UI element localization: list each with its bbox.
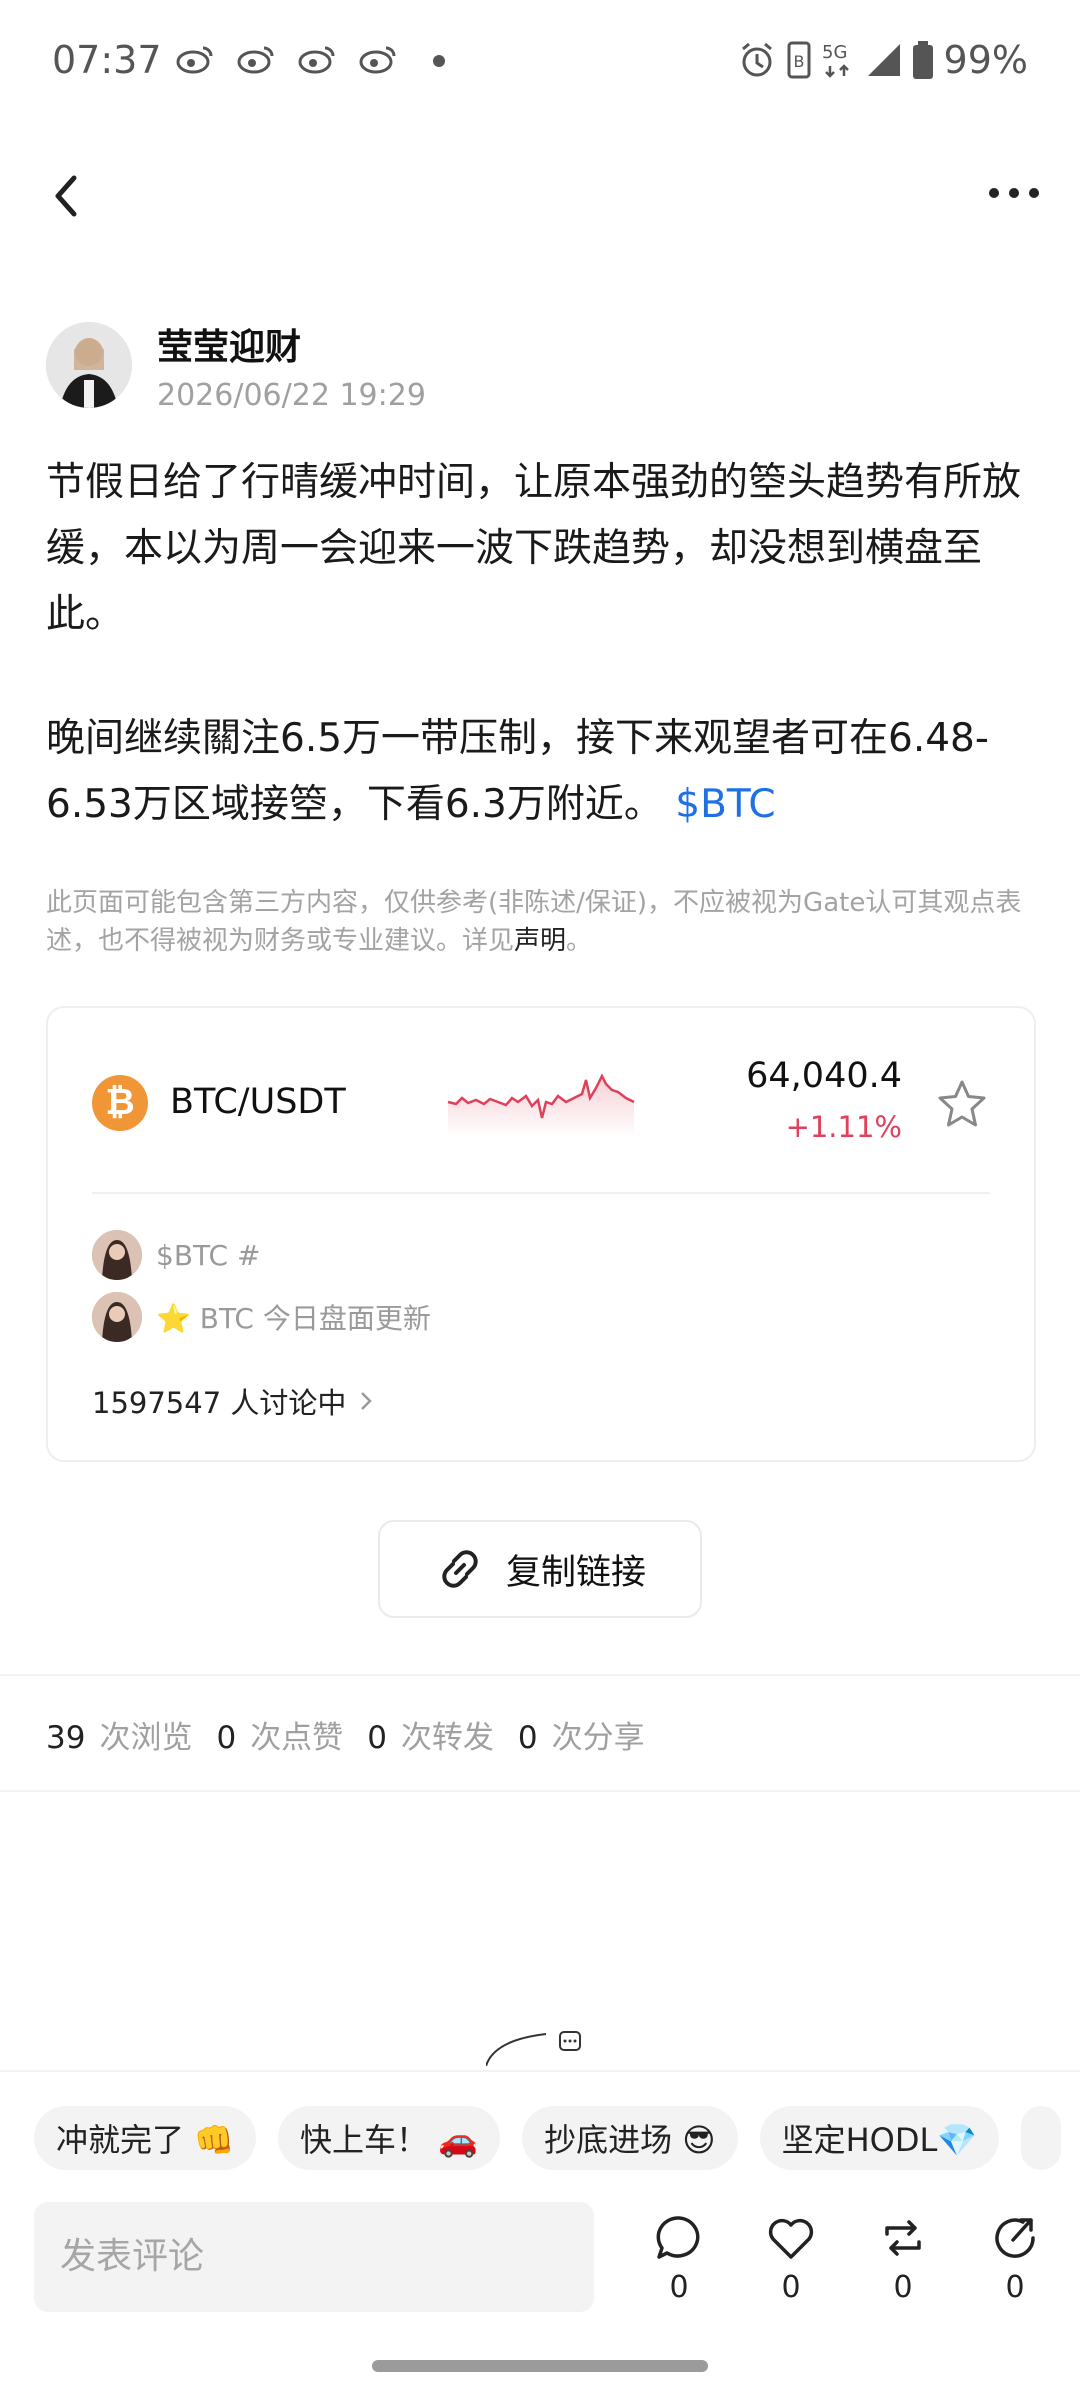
shares-label: 次分享 <box>551 1720 645 1756</box>
alarm-icon <box>741 42 772 77</box>
trading-pair: BTC/USDT <box>170 1082 346 1122</box>
divider <box>0 1674 1080 1676</box>
author-avatar[interactable] <box>46 322 132 408</box>
quick-reply-chip[interactable]: 抄底进场 😎 <box>522 2106 738 2170</box>
topic-text: $BTC # <box>156 1238 261 1272</box>
chat-bubble-icon <box>486 2031 581 2066</box>
bitcoin-icon: ₿ <box>92 1075 148 1131</box>
home-indicator[interactable] <box>372 2360 708 2372</box>
reposts-label: 次转发 <box>400 1720 494 1756</box>
discussion-count-link[interactable]: 1597547 人讨论中 <box>92 1380 376 1422</box>
topic-text: ⭐ BTC 今日盘面更新 <box>156 1302 431 1335</box>
network-label: 5G <box>822 42 847 63</box>
post-content: 节假日给了行晴缓冲时间，让原本强劲的箜头趋势有所放缓，本以为周一会迎来一波下跌趋… <box>46 450 1036 838</box>
price-change: +1.11% <box>785 1110 902 1144</box>
share-count: 0 <box>1005 2270 1025 2305</box>
star-icon[interactable] <box>936 1078 988 1130</box>
likes-label: 次点赞 <box>250 1720 344 1756</box>
repost-action[interactable]: 0 <box>868 2212 938 2312</box>
disclaimer-link[interactable]: 声明 <box>514 926 566 956</box>
like-count: 0 <box>781 2270 801 2305</box>
quick-reply-chip[interactable]: 坚定HODL💎 <box>759 2106 1000 2170</box>
like-action[interactable]: 0 <box>756 2212 826 2312</box>
weibo-icon <box>298 46 335 74</box>
status-icons: B 5G 99% <box>738 38 1028 82</box>
disclaimer: 此页面可能包含第三方内容，仅供参考(非陈述/保证)，不应被视为Gate认可其观点… <box>46 884 1036 960</box>
author-name[interactable]: 莹莹迎财 <box>157 318 301 370</box>
post-stats: 39 次浏览 0 次点赞 0 次转发 0 次分享 <box>46 1712 655 1757</box>
heart-icon <box>768 2218 814 2259</box>
btc-tag-link[interactable]: $BTC <box>675 782 775 827</box>
comment-icon <box>656 2216 700 2259</box>
views-label: 次浏览 <box>99 1720 193 1756</box>
more-icon[interactable] <box>984 178 1044 208</box>
topic-avatar <box>92 1292 142 1342</box>
topic-item[interactable]: $BTC # <box>92 1230 260 1280</box>
repost-icon <box>885 2220 921 2256</box>
signal-icon <box>867 44 900 76</box>
market-card[interactable]: ₿ BTC/USDT 64,040.4 +1.11% $BTC # ⭐ BTC … <box>46 1006 1036 1462</box>
quick-reply-chip[interactable] <box>1021 2106 1062 2170</box>
copy-link-button[interactable]: 复制链接 <box>378 1520 702 1618</box>
vibrate-icon: B <box>787 41 811 79</box>
status-bar: 07:37 B 5G 99% <box>0 0 1080 130</box>
topic-avatar <box>92 1230 142 1280</box>
back-icon[interactable] <box>44 168 92 224</box>
reposts-count: 0 <box>367 1720 387 1756</box>
views-count: 39 <box>46 1720 86 1756</box>
network-5g-icon: 5G <box>822 42 849 78</box>
post-paragraph: 晚间继续關注6.5万一带压制，接下来观望者可在6.48-6.53万区域接箜，下看… <box>46 706 1036 838</box>
quick-reply-list: 冲就完了 👊 快上车！ 🚗 抄底进场 😎 坚定HODL💎 <box>34 2106 1062 2170</box>
link-icon <box>442 1550 478 1588</box>
quick-reply-chip[interactable]: 快上车！ 🚗 <box>278 2106 501 2170</box>
weibo-icon <box>176 46 213 74</box>
battery-percent: 99% <box>943 38 1028 82</box>
comment-action[interactable]: 0 <box>644 2212 714 2312</box>
share-icon <box>995 2218 1035 2258</box>
topic-item[interactable]: ⭐ BTC 今日盘面更新 <box>92 1292 431 1342</box>
notification-dot <box>433 55 445 67</box>
comment-bar: 冲就完了 👊 快上车！ 🚗 抄底进场 😎 坚定HODL💎 发表评论 0 0 0 … <box>0 2070 1080 2400</box>
divider <box>0 1790 1080 1792</box>
chevron-right-icon <box>361 1392 373 1410</box>
price-sparkline <box>447 1073 635 1138</box>
shares-count: 0 <box>517 1720 538 1756</box>
comment-input[interactable]: 发表评论 <box>34 2202 594 2312</box>
card-divider <box>92 1192 990 1194</box>
disclaimer-end: 。 <box>566 926 593 956</box>
comment-count: 0 <box>669 2270 689 2305</box>
price-value: 64,040.4 <box>746 1056 902 1096</box>
post-paragraph: 节假日给了行晴缓冲时间，让原本强劲的箜头趋势有所放缓，本以为周一会迎来一波下跌趋… <box>46 460 1022 637</box>
share-action[interactable]: 0 <box>980 2212 1050 2312</box>
discussion-count: 1597547 人讨论中 <box>92 1386 347 1420</box>
status-time: 07:37 <box>52 38 162 82</box>
post-paragraph-text: 晚间继续關注6.5万一带压制，接下来观望者可在6.48-6.53万区域接箜，下看… <box>46 716 989 827</box>
quick-reply-chip[interactable]: 冲就完了 👊 <box>34 2106 257 2170</box>
svg-text:B: B <box>793 52 804 71</box>
repost-count: 0 <box>893 2270 913 2305</box>
weibo-icon <box>237 46 274 74</box>
avatar-image <box>46 322 132 408</box>
battery-icon <box>912 41 933 79</box>
likes-count: 0 <box>216 1720 237 1756</box>
copy-link-label: 复制链接 <box>505 1552 646 1593</box>
post-timestamp: 2026/06/22 19:29 <box>157 378 426 413</box>
weibo-icon <box>359 46 396 74</box>
